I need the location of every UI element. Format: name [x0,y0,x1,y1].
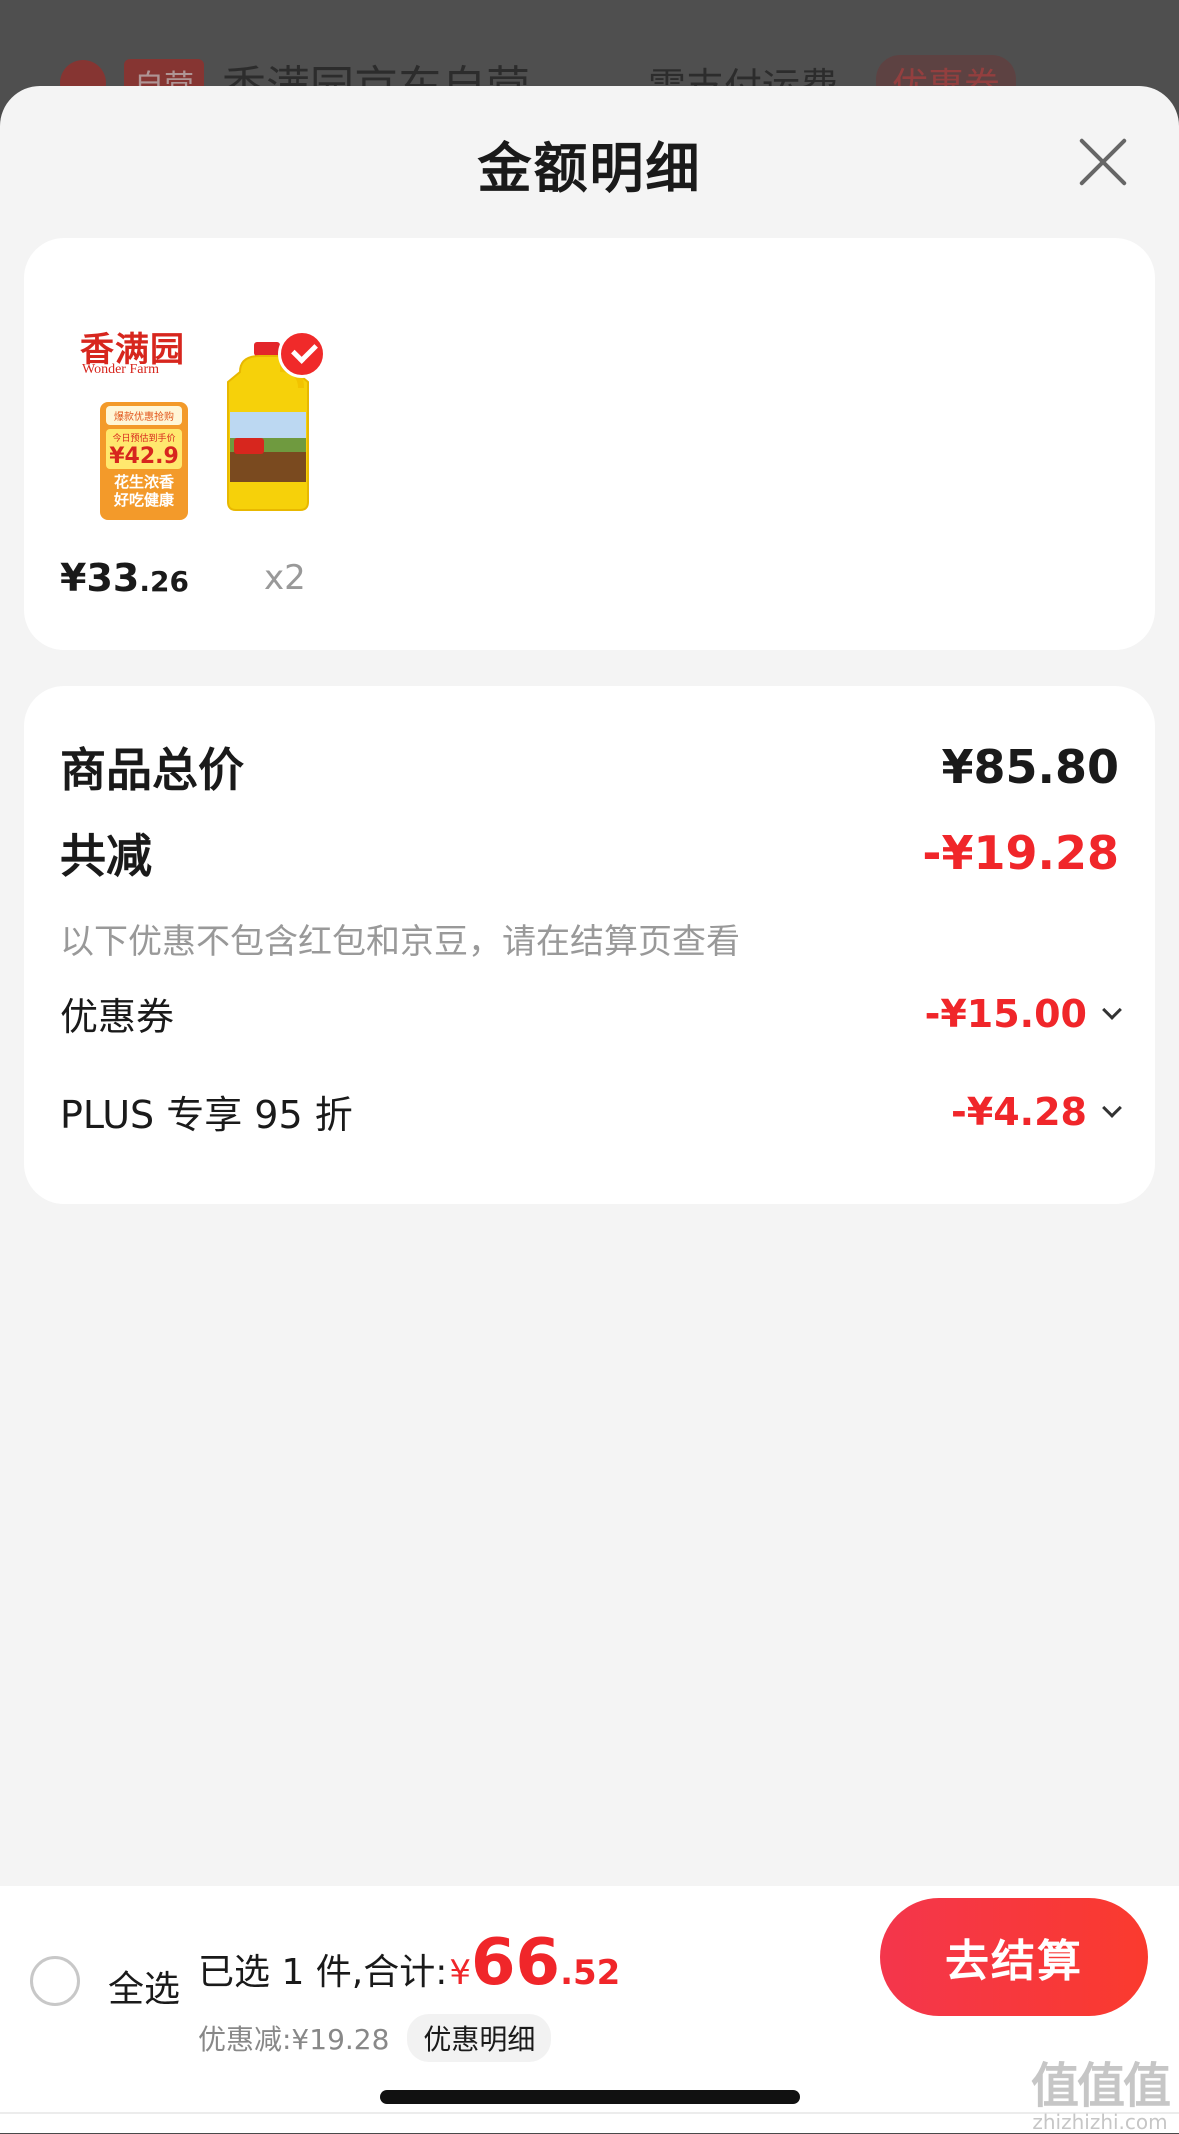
reduce-row: 共减 -¥19.28 [60,820,1119,886]
unit-price-int: ¥33 [60,556,140,600]
chevron-down-icon[interactable] [1102,999,1122,1020]
home-indicator[interactable] [380,2090,800,2104]
product-card: 香满园 Wonder Farm 爆款优惠抢购 今日预估到手价 ¥42.9 花生浓… [24,238,1155,650]
total-value: ¥85.80 [941,740,1119,794]
unit-price: ¥33.26 [60,556,189,600]
discount-note: 以下优惠不包含红包和京豆，请在结算页查看 [60,922,740,962]
discount-line: 优惠减:¥19.28 优惠明细 [198,2014,552,2062]
promo-slogan-1: 花生浓香 [113,473,174,491]
chevron-down-icon[interactable] [1102,1097,1122,1118]
reduce-value: -¥19.28 [922,826,1119,880]
selected-check-icon[interactable] [278,330,326,378]
plus-value: -¥4.28 [951,1089,1087,1134]
plus-value-wrap: -¥4.28 [951,1089,1122,1134]
selected-summary: 已选 1 件,合计: ¥ 66 .52 [198,1926,620,2000]
plus-discount-row[interactable]: PLUS 专享 95 折 -¥4.28 [60,1084,1122,1139]
promo-slogan: 花生浓香 好吃健康 [100,473,188,509]
watermark-url: zhizhizhi.com [1032,2110,1168,2134]
discount-detail-button[interactable]: 优惠明细 [407,2014,552,2062]
coupon-row[interactable]: 优惠券 -¥15.00 [60,986,1122,1041]
selected-count-text: 已选 1 件,合计: [198,1952,448,1993]
brand-logo-en: Wonder Farm [82,362,160,377]
select-all-radio[interactable] [30,1956,80,2006]
watermark: 值值值 zhizhizhi.com [1030,2046,1171,2134]
coupon-value: -¥15.00 [924,991,1087,1036]
total-amount-decimal: .52 [560,1953,621,1993]
unit-price-decimal: .26 [139,565,189,598]
close-icon[interactable] [1077,136,1129,188]
divider [0,2112,1179,2114]
sheet-title: 金额明细 [477,137,702,200]
plus-label: PLUS 专享 95 折 [60,1093,353,1137]
promo-price-caption: 今日预估到手价 [112,434,176,444]
total-currency: ¥ [449,1953,472,1993]
total-label: 商品总价 [60,743,244,797]
coupon-value-wrap: -¥15.00 [924,991,1122,1036]
coupon-label: 优惠券 [60,995,175,1039]
watermark-logo: 值值值 [1030,2058,1171,2114]
reduce-label: 共减 [60,829,152,883]
quantity: x2 [264,558,306,598]
promo-price-box: 今日预估到手价 ¥42.9 [106,429,182,469]
price-summary-card: 商品总价 ¥85.80 共减 -¥19.28 以下优惠不包含红包和京豆，请在结算… [24,686,1155,1204]
total-row: 商品总价 ¥85.80 [60,734,1119,800]
discount-amount: 优惠减:¥19.28 [198,2023,390,2056]
checkout-button[interactable]: 去结算 [880,1898,1148,2016]
select-all-label[interactable]: 全选 [108,1960,180,2012]
promo-top: 爆款优惠抢购 [106,406,182,425]
promo-slogan-2: 好吃健康 [113,491,174,509]
promo-badge: 爆款优惠抢购 今日预估到手价 ¥42.9 花生浓香 好吃健康 [100,402,188,520]
total-amount-int: 66 [471,1926,561,2000]
product-image[interactable]: 香满园 Wonder Farm 爆款优惠抢购 今日预估到手价 ¥42.9 花生浓… [60,282,326,520]
promo-price: ¥42.9 [109,444,179,469]
amount-detail-sheet: 金额明细 香满园 Wonder Farm 爆款优惠抢购 今日预估到手价 ¥42.… [0,86,1179,2133]
